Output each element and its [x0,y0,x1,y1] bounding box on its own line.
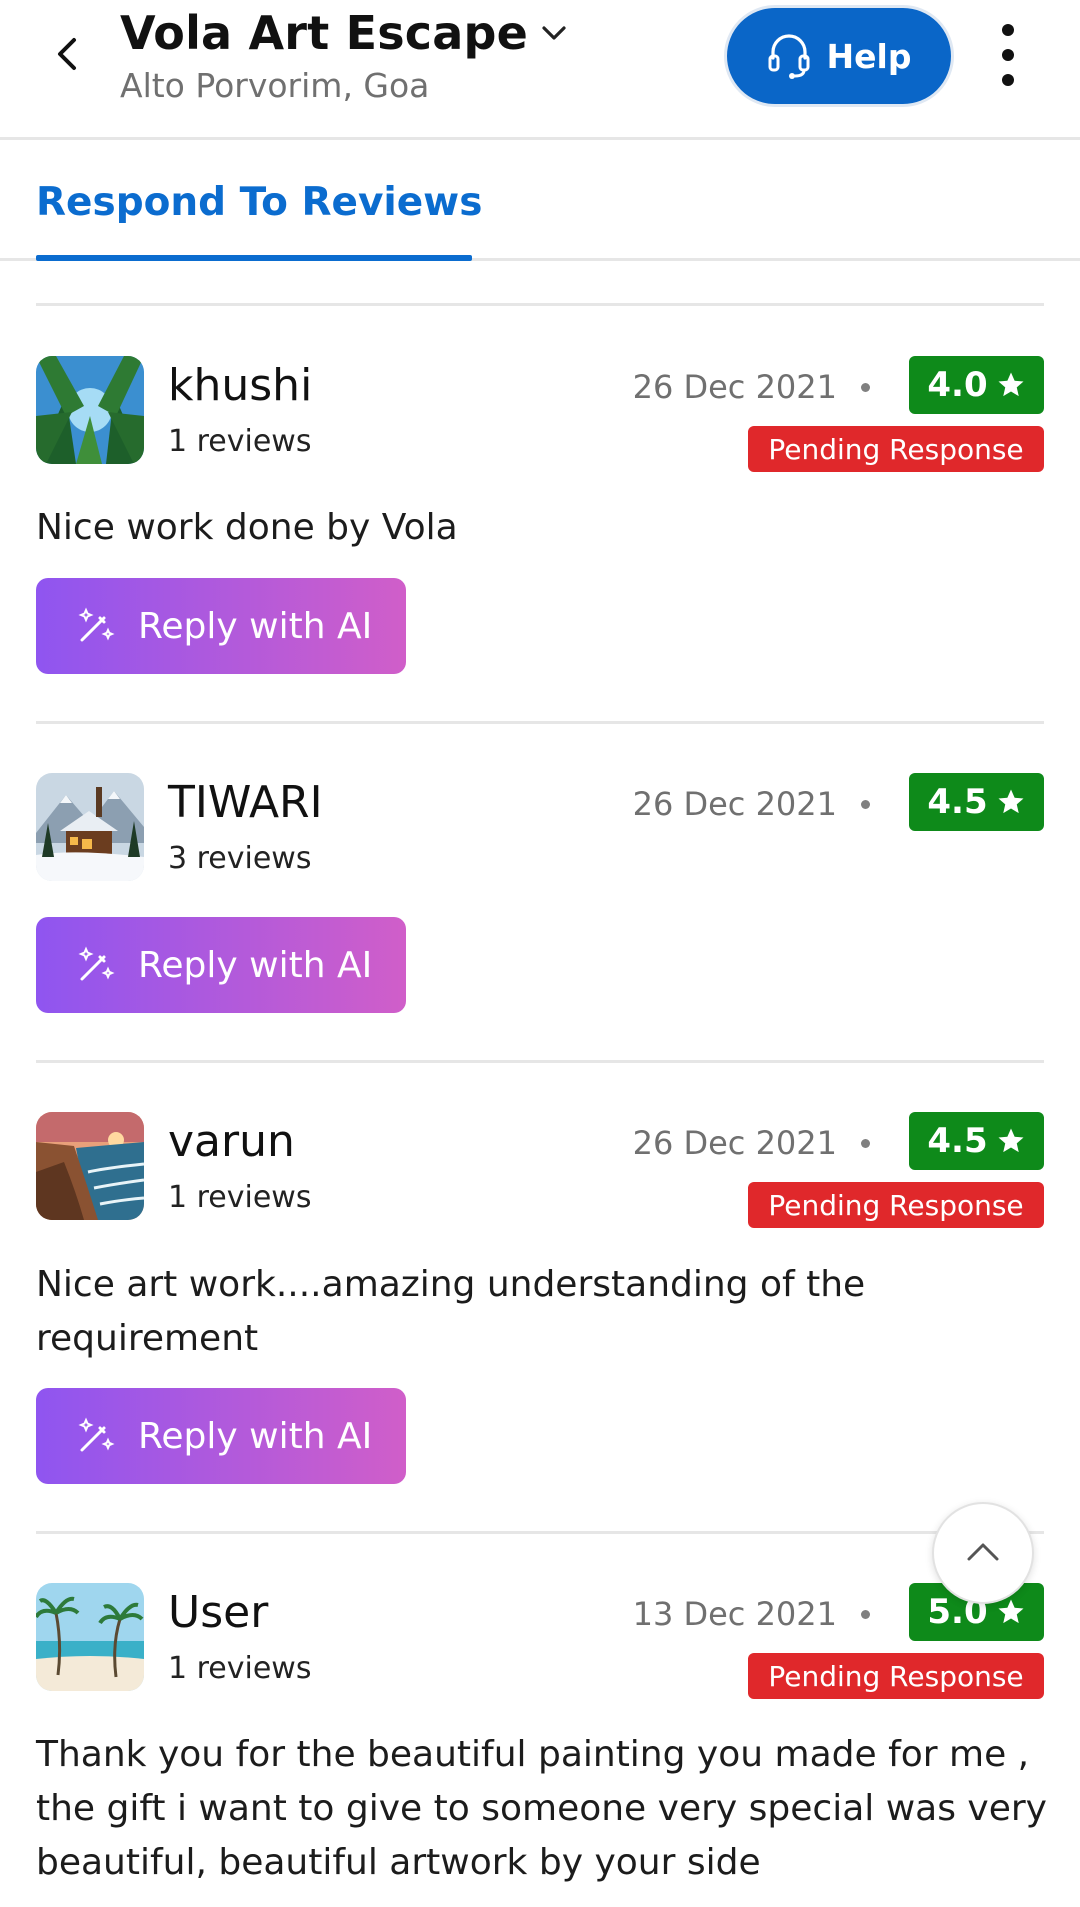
reviewer-avatar [36,1583,144,1691]
magic-wand-icon [78,946,115,981]
help-button[interactable]: Help [724,5,954,107]
business-location: Alto Porvorim, Goa [120,66,430,105]
chevron-down-icon[interactable] [538,16,572,50]
reply-with-ai-button[interactable]: Reply with AI [36,578,406,674]
rating-value: 4.5 [927,1121,988,1161]
magic-wand-icon [78,1417,115,1452]
back-button[interactable] [44,30,92,78]
more-vertical-icon [1002,24,1014,36]
review-text: Thank you for the beautiful painting you… [36,1734,1047,1883]
tab-label: Respond To Reviews [36,179,483,225]
reviewer-review-count: 1 reviews [168,1180,312,1215]
tab-bar: Respond To Reviews [0,143,1080,261]
reviewer-review-count: 1 reviews [168,1651,312,1686]
star-icon [998,1599,1024,1624]
back-arrow-icon [58,38,76,70]
rating-badge: 4.0 [909,356,1044,414]
reviewer-review-count: 3 reviews [168,841,312,876]
review-date: 26 Dec 2021 [632,368,837,406]
divider [36,1060,1044,1063]
separator-dot [861,382,870,392]
separator-dot [861,1138,870,1148]
star-icon [998,1128,1024,1153]
review-date: 26 Dec 2021 [632,785,837,823]
reviewer-avatar [36,356,144,464]
help-label: Help [826,36,912,76]
reply-with-ai-label: Reply with AI [138,1415,373,1457]
reviewer-name: User [168,1587,269,1638]
app-header: Vola Art Escape Alto Porvorim, Goa Help [0,0,1080,140]
review-text: Nice art work....amazing understanding o… [36,1264,866,1359]
review-date: 26 Dec 2021 [632,1124,837,1162]
reviewer-avatar [36,1112,144,1220]
rating-value: 4.5 [927,782,988,822]
active-tab-indicator [36,255,472,261]
separator-dot [861,799,870,809]
divider [36,303,1044,306]
reviewer-name: khushi [168,360,313,411]
business-title[interactable]: Vola Art Escape [120,6,528,60]
business-selector[interactable]: Vola Art Escape Alto Porvorim, Goa [120,6,572,105]
chevron-up-icon [967,1543,999,1561]
headset-icon [768,34,810,79]
reply-with-ai-label: Reply with AI [138,605,373,647]
star-icon [998,789,1024,814]
review-text: Nice work done by Vola [36,507,458,548]
reply-with-ai-button[interactable]: Reply with AI [36,1388,406,1484]
magic-wand-icon [78,607,115,642]
rating-badge: 4.5 [909,1112,1044,1170]
star-icon [998,372,1024,397]
divider [36,1531,1044,1534]
reviewer-avatar [36,773,144,881]
rating-value: 4.0 [927,365,988,405]
reviewer-name: TIWARI [168,777,323,828]
status-badge: Pending Response [748,1653,1044,1699]
divider [36,721,1044,724]
tab-respond-to-reviews[interactable]: Respond To Reviews [36,143,482,261]
reply-with-ai-label: Reply with AI [138,944,373,986]
status-badge: Pending Response [748,1182,1044,1228]
separator-dot [861,1609,870,1619]
reviewer-review-count: 1 reviews [168,424,312,459]
reply-with-ai-button[interactable]: Reply with AI [36,917,406,1013]
reviewer-name: varun [168,1116,295,1167]
scroll-to-top-button[interactable] [932,1502,1034,1604]
status-badge: Pending Response [748,426,1044,472]
more-options-button[interactable] [986,24,1030,86]
rating-badge: 4.5 [909,773,1044,831]
review-date: 13 Dec 2021 [632,1595,837,1633]
